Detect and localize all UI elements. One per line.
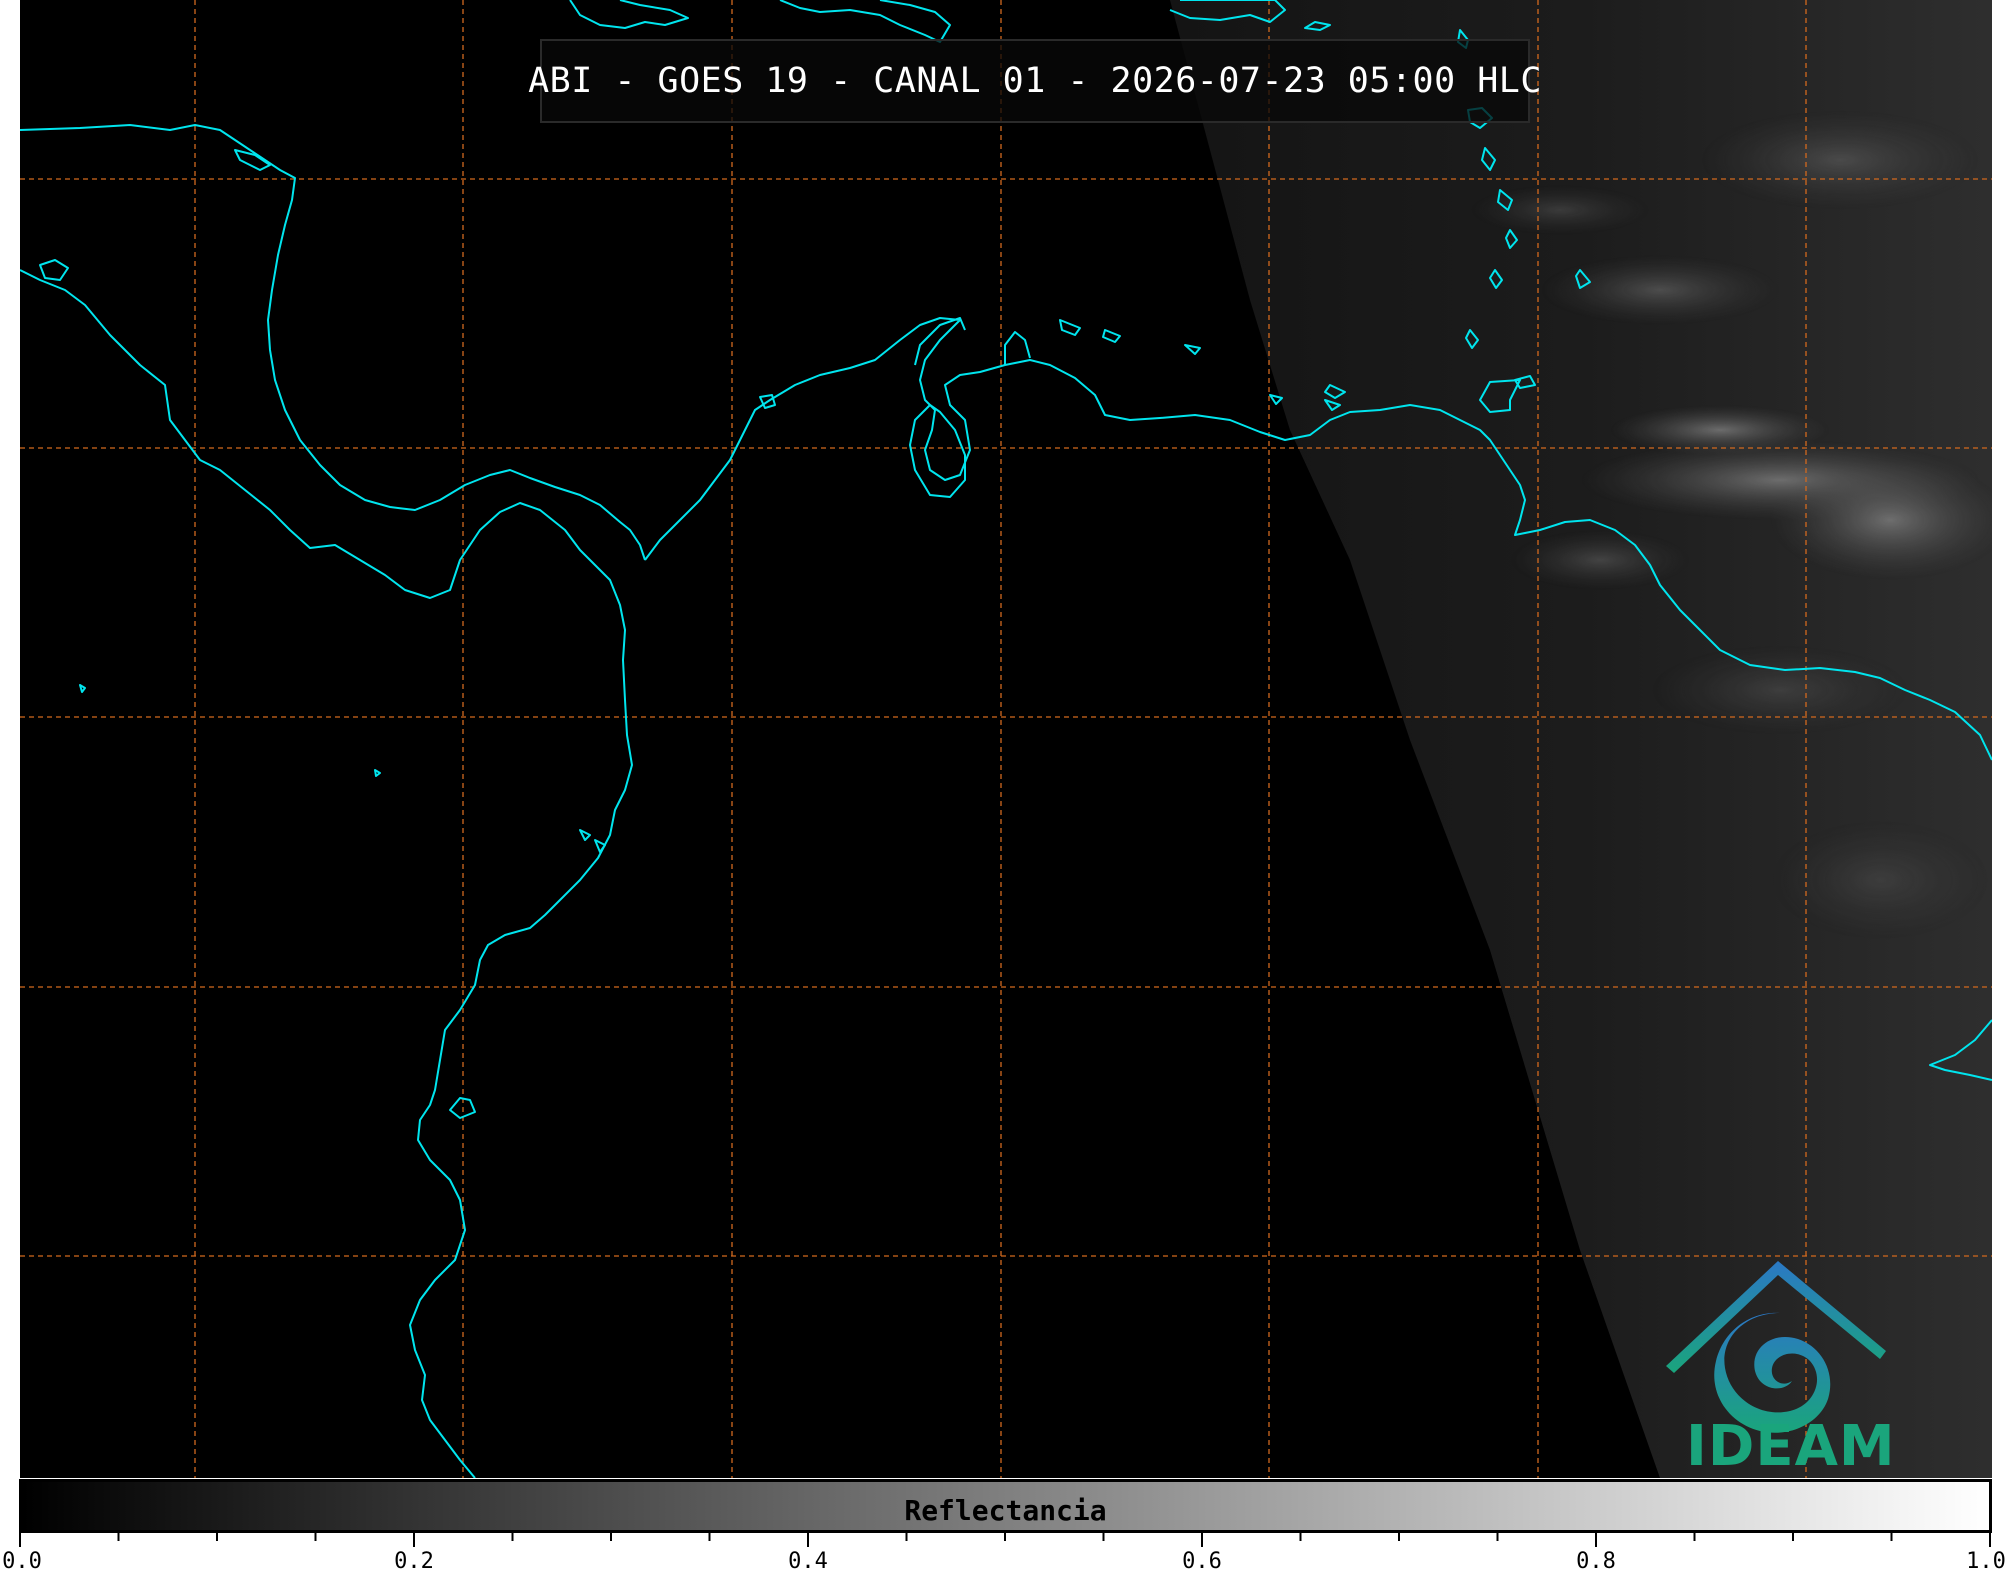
tick-label: 0.8: [1576, 1549, 1616, 1574]
tick-label: 0.2: [394, 1549, 434, 1574]
tick-label: 0.6: [1182, 1549, 1222, 1574]
logo-text: IDEAM: [1686, 1414, 1896, 1479]
coastline-island: [569, 0, 689, 29]
coastline-lake: [909, 404, 966, 498]
tick-label: 0.4: [788, 1549, 828, 1574]
coastline-island: [374, 769, 381, 777]
map-title: ABI - GOES 19 - CANAL 01 - 2026-07-23 05…: [528, 39, 1541, 123]
tick-label: 0.0: [2, 1549, 42, 1574]
coastline-island: [79, 684, 86, 693]
coastline-island: [779, 0, 951, 43]
colorbar-tick-marks: [19, 1533, 1991, 1547]
coastline-island: [1059, 319, 1081, 336]
coastline-central-america: [20, 124, 646, 561]
tick-label: 1.0: [1966, 1549, 2006, 1574]
coastline-island: [39, 259, 69, 281]
coastline-pacific-central-america: [20, 269, 633, 1478]
colorbar-label: Reflectancia: [904, 1494, 1107, 1527]
coastline-island: [1184, 344, 1201, 355]
coastline-island: [1102, 329, 1121, 343]
coastline-island: [594, 839, 606, 853]
colorbar-ticks: 0.0 0.2 0.4 0.6 0.8 1.0: [0, 1533, 2011, 1577]
colorbar: Reflectancia: [19, 1479, 1992, 1533]
coastline-island: [579, 829, 591, 841]
